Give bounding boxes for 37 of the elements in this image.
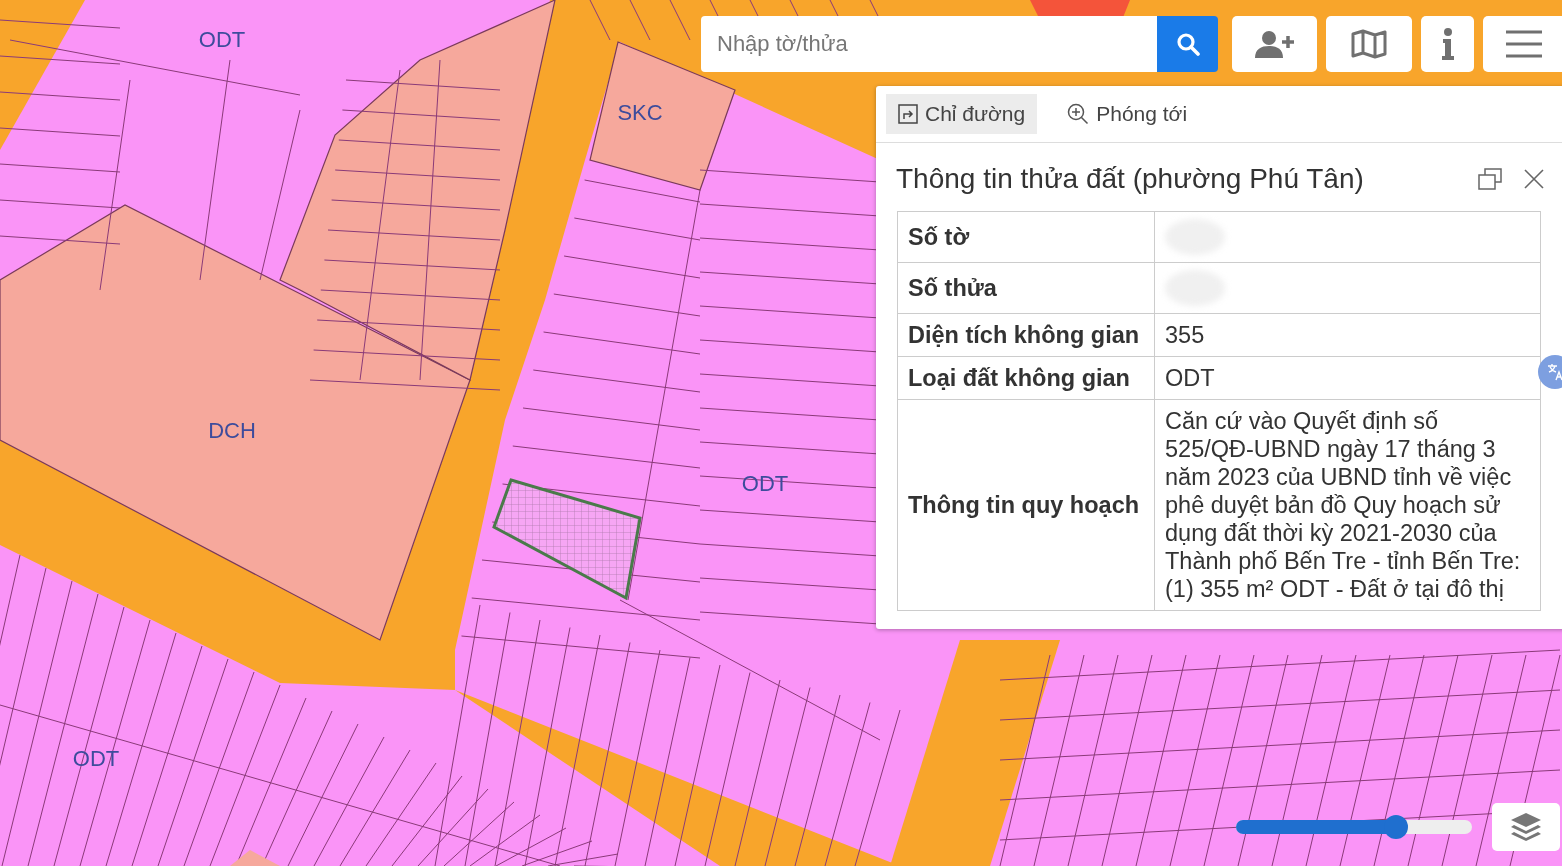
close-icon[interactable] <box>1524 169 1544 189</box>
zoom-slider[interactable] <box>1236 815 1472 839</box>
layers-icon <box>1510 812 1542 842</box>
translate-icon <box>1546 363 1562 381</box>
map-label: ODT <box>72 746 120 772</box>
map-label: SKC <box>617 100 663 126</box>
search-button[interactable] <box>1157 16 1218 72</box>
info-icon <box>1440 28 1455 60</box>
field-value: 355 <box>1154 313 1541 357</box>
field-label: Diện tích không gian <box>897 313 1155 357</box>
map-label: DCH <box>208 418 256 444</box>
field-value: ODT <box>1154 356 1541 400</box>
field-label: Số thửa <box>897 262 1155 314</box>
selected-parcel[interactable] <box>492 478 642 601</box>
field-label: Số tờ <box>897 211 1155 263</box>
field-value: Căn cứ vào Quyết định số 525/QĐ-UBND ngày 17 tháng 3 năm 2023 của UBND tỉnh về việc phê duyệt bản đồ Quy hoạch sử dụng đất thời kỳ 2021-2030 của Thành phố Bến Tre - tỉnh Bến Tre: (1) 355 m² ODT - Đất ở tại đô thị <box>1154 399 1541 611</box>
map-parcel <box>230 850 280 866</box>
add-user-icon <box>1254 30 1295 58</box>
zoom-in-icon <box>1067 103 1090 125</box>
layers-button[interactable] <box>1492 803 1560 851</box>
popup-title: Thông tin thửa đất (phường Phú Tân) <box>896 163 1365 195</box>
search-icon <box>1175 32 1200 56</box>
add-user-button[interactable] <box>1232 16 1317 72</box>
map-label: ODT <box>741 471 789 497</box>
map-button[interactable] <box>1326 16 1412 72</box>
menu-icon <box>1506 30 1542 58</box>
restore-icon[interactable] <box>1478 168 1502 190</box>
search-field[interactable]: Nhập tờ/thửa <box>701 16 1157 72</box>
menu-button[interactable] <box>1483 16 1562 72</box>
map-icon <box>1351 29 1387 59</box>
map-label: ODT <box>198 27 246 53</box>
directions-icon <box>898 104 918 124</box>
field-label: Thông tin quy hoạch <box>897 399 1155 611</box>
action-button[interactable]: Phóng tới <box>1055 94 1200 134</box>
field-label: Loại đất không gian <box>897 356 1155 400</box>
info-button[interactable] <box>1421 16 1474 72</box>
action-button[interactable]: Chỉ đường <box>886 94 1038 134</box>
